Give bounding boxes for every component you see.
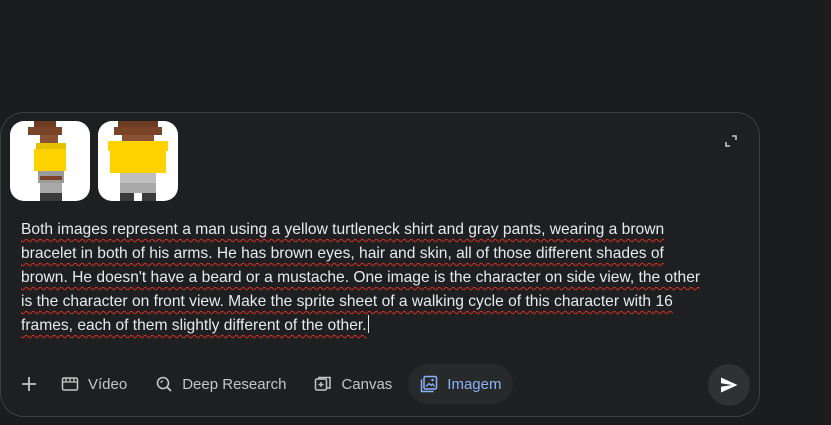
tool-image[interactable]: Imagem bbox=[408, 364, 514, 404]
text-caret bbox=[367, 315, 369, 333]
tool-video[interactable]: Vídeo bbox=[49, 364, 139, 404]
prompt-input[interactable]: Both images represent a man using a yell… bbox=[21, 218, 711, 338]
toolbar: Vídeo Deep Research Canvas Imagem bbox=[9, 364, 517, 404]
attachment-front-view[interactable] bbox=[98, 121, 178, 201]
tool-deep-research[interactable]: Deep Research bbox=[143, 364, 298, 404]
send-icon bbox=[721, 377, 738, 393]
tool-video-label: Vídeo bbox=[88, 375, 128, 393]
attachment-thumbnails bbox=[10, 121, 178, 201]
tool-image-label: Imagem bbox=[447, 375, 502, 393]
front-view-sprite-icon bbox=[108, 121, 168, 201]
deep-research-icon bbox=[156, 376, 172, 392]
canvas-icon bbox=[315, 376, 332, 391]
tool-deep-research-label: Deep Research bbox=[182, 375, 287, 393]
tool-canvas-label: Canvas bbox=[341, 375, 393, 393]
add-button[interactable] bbox=[9, 364, 49, 404]
tool-canvas[interactable]: Canvas bbox=[302, 364, 404, 404]
image-icon bbox=[421, 375, 438, 393]
video-icon bbox=[61, 377, 79, 391]
prompt-text: Both images represent a man using a yell… bbox=[21, 221, 701, 334]
attachment-side-view[interactable] bbox=[10, 121, 90, 201]
plus-icon bbox=[22, 377, 36, 391]
prompt-composer: Both images represent a man using a yell… bbox=[0, 112, 760, 417]
expand-icon[interactable] bbox=[723, 133, 739, 149]
side-view-sprite-icon bbox=[28, 121, 66, 201]
send-button[interactable] bbox=[708, 364, 750, 406]
